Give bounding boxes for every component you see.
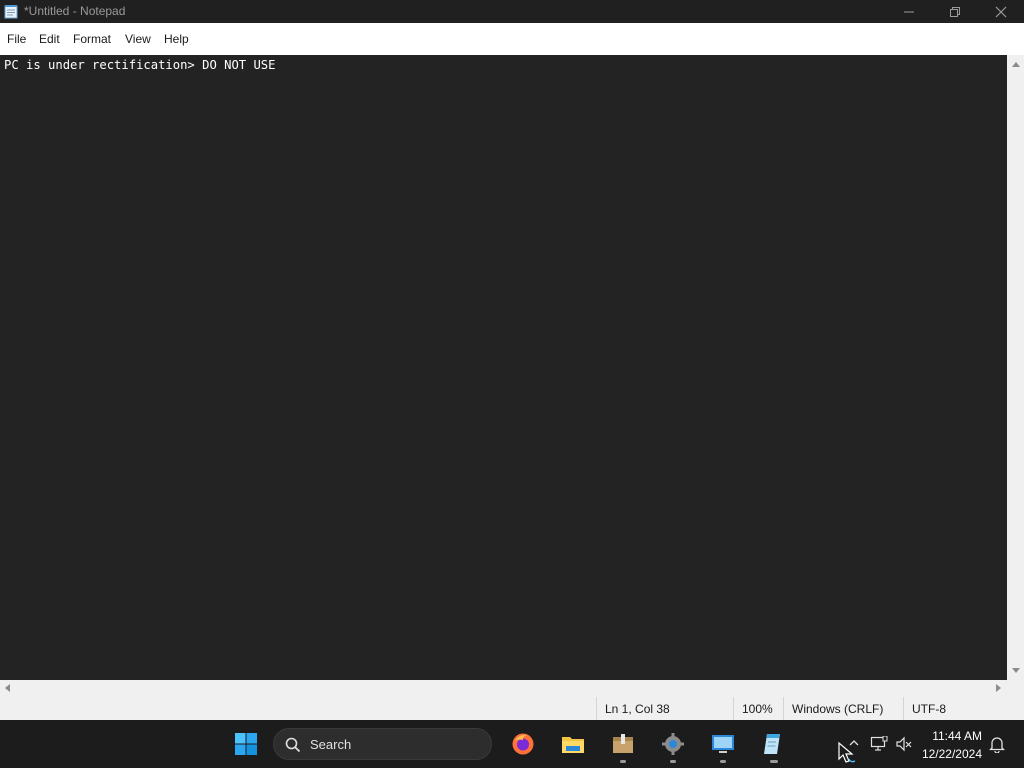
window-titlebar: *Untitled - Notepad	[0, 0, 1024, 23]
restore-button[interactable]	[932, 0, 978, 23]
close-button[interactable]	[978, 0, 1024, 23]
minimize-button[interactable]	[886, 0, 932, 23]
menu-file[interactable]: File	[7, 32, 26, 46]
settings-running-indicator	[670, 760, 676, 763]
remote-desktop-icon[interactable]	[711, 732, 735, 756]
taskbar: Search 11:44 AM 12/22/2024	[0, 720, 1024, 768]
menu-format[interactable]: Format	[73, 32, 111, 46]
menu-help[interactable]: Help	[164, 32, 189, 46]
status-zoom: 100%	[733, 697, 783, 720]
window-title: *Untitled - Notepad	[24, 4, 126, 18]
restore-icon	[950, 7, 960, 17]
text-editor-area[interactable]: PC is under rectification> DO NOT USE	[0, 55, 1007, 680]
menu-view[interactable]: View	[125, 32, 151, 46]
archive-app-running-indicator	[620, 760, 626, 763]
status-encoding: UTF-8	[903, 697, 1024, 720]
archive-app-icon[interactable]	[611, 732, 635, 756]
network-icon[interactable]	[870, 736, 888, 752]
scroll-left-arrow-icon[interactable]	[5, 684, 10, 692]
menu-bar: File Edit Format View Help	[0, 23, 1024, 55]
vertical-scrollbar[interactable]	[1007, 55, 1024, 680]
notepad-icon[interactable]	[761, 732, 785, 756]
settings-gear-icon[interactable]	[661, 732, 685, 756]
editor-content[interactable]: PC is under rectification> DO NOT USE	[4, 57, 276, 73]
mouse-cursor-icon	[838, 741, 856, 763]
scroll-up-arrow-icon[interactable]	[1012, 62, 1020, 67]
windows-start-icon[interactable]	[234, 732, 258, 756]
taskbar-clock-time[interactable]: 11:44 AM	[932, 729, 982, 743]
status-line-ending: Windows (CRLF)	[783, 697, 903, 720]
close-icon	[995, 6, 1007, 18]
status-cursor-position: Ln 1, Col 38	[596, 697, 733, 720]
scroll-down-arrow-icon[interactable]	[1012, 668, 1020, 673]
menu-edit[interactable]: Edit	[39, 32, 60, 46]
taskbar-clock-date[interactable]: 12/22/2024	[922, 747, 982, 761]
scrollbar-corner	[1007, 680, 1024, 697]
search-icon	[285, 737, 301, 753]
search-label: Search	[310, 737, 352, 752]
notification-bell-icon[interactable]	[989, 736, 1005, 753]
notepad-active-indicator	[770, 760, 778, 763]
file-explorer-icon[interactable]	[561, 732, 585, 756]
status-bar: Ln 1, Col 38 100% Windows (CRLF) UTF-8	[0, 697, 1024, 720]
firefox-icon[interactable]	[511, 732, 535, 756]
scroll-right-arrow-icon[interactable]	[996, 684, 1001, 692]
notepad-app-icon	[4, 5, 18, 19]
remote-desktop-running-indicator	[720, 760, 726, 763]
volume-muted-icon[interactable]	[895, 736, 913, 752]
horizontal-scrollbar[interactable]	[0, 680, 1007, 697]
taskbar-search-box[interactable]: Search	[273, 728, 492, 760]
minimize-icon	[904, 11, 914, 13]
